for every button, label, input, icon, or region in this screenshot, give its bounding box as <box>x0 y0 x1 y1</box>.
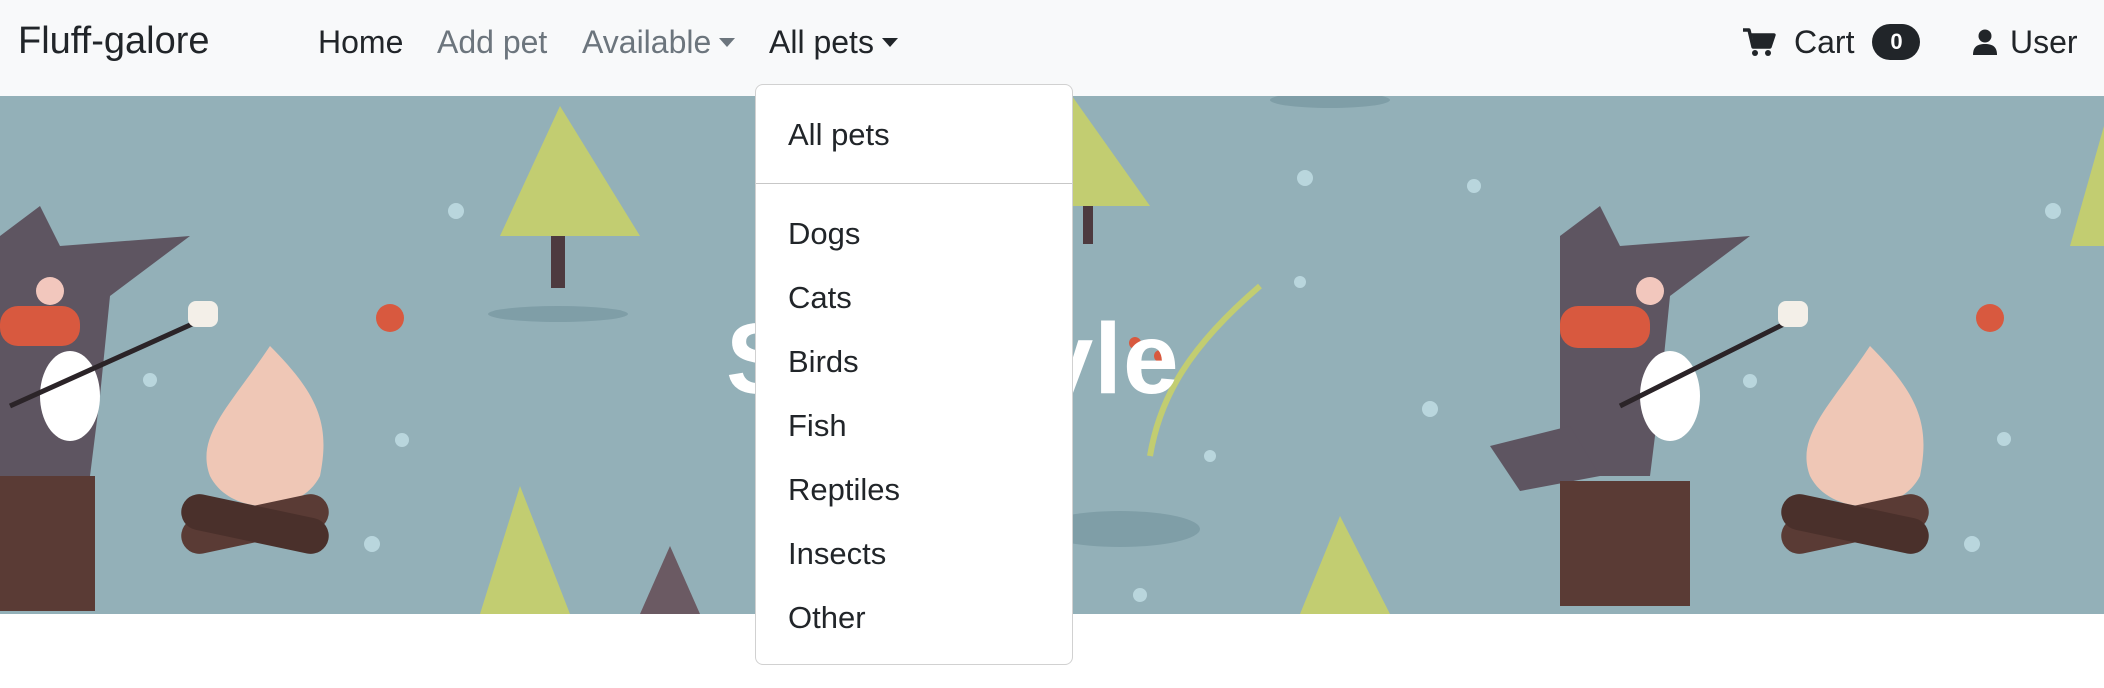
nav-add-pet-link[interactable]: Add pet <box>437 22 547 62</box>
cart-icon <box>1743 28 1776 56</box>
cart-count-badge: 0 <box>1872 24 1921 60</box>
nav-all-pets-label: All pets <box>769 24 874 60</box>
nav-available-dropdown[interactable]: Available <box>582 22 736 62</box>
dropdown-item-cats[interactable]: Cats <box>756 266 1072 330</box>
dropdown-item-all-pets[interactable]: All pets <box>756 103 1072 167</box>
nav-all-pets-dropdown[interactable]: All pets <box>769 22 898 62</box>
dropdown-item-other[interactable]: Other <box>756 586 1072 650</box>
user-icon <box>1973 29 1997 55</box>
cart-label: Cart <box>1794 23 1855 60</box>
navbar: Fluff-galore Home Add pet Available All … <box>0 0 2104 96</box>
brand-link[interactable]: Fluff-galore <box>18 18 210 64</box>
user-label: User <box>2010 23 2078 60</box>
dropdown-item-dogs[interactable]: Dogs <box>756 202 1072 266</box>
caret-down-icon <box>719 38 736 47</box>
dropdown-divider <box>756 183 1072 184</box>
dropdown-item-fish[interactable]: Fish <box>756 394 1072 458</box>
dropdown-item-reptiles[interactable]: Reptiles <box>756 458 1072 522</box>
dropdown-item-birds[interactable]: Birds <box>756 330 1072 394</box>
user-menu-button[interactable]: User <box>1972 20 2078 64</box>
nav-home-link[interactable]: Home <box>318 22 403 62</box>
cart-button[interactable]: Cart 0 <box>1742 20 1921 64</box>
dropdown-item-insects[interactable]: Insects <box>756 522 1072 586</box>
all-pets-dropdown-menu: All pets Dogs Cats Birds Fish Reptiles I… <box>755 84 1073 665</box>
nav-available-label: Available <box>582 24 712 60</box>
caret-down-icon <box>881 38 898 47</box>
